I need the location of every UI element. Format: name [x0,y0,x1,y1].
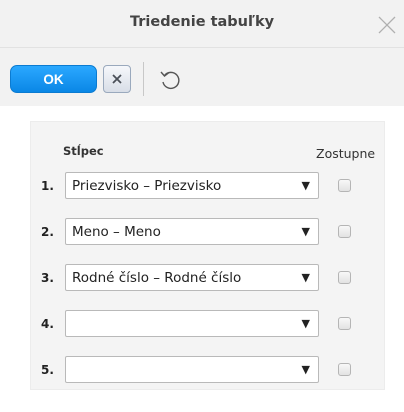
select-value: Rodné číslo – Rodné číslo [72,270,242,286]
close-icon [112,74,122,84]
row-number: 1. [41,179,54,193]
select-value: Meno – Meno [72,224,161,240]
sort-column-select-4[interactable]: ▼ [65,310,319,337]
descending-checkbox-4[interactable] [338,317,351,330]
descending-header: Zostupne [316,146,376,161]
row-number: 3. [41,271,54,285]
ok-button[interactable]: OK [10,65,97,93]
row-number: 5. [41,363,54,377]
select-value: Priezvisko – Priezvisko [72,178,222,194]
dropdown-arrow-icon: ▼ [301,363,310,376]
dropdown-arrow-icon: ▼ [301,179,310,192]
cancel-button[interactable] [103,65,131,93]
descending-checkbox-1[interactable] [338,179,351,192]
descending-checkbox-2[interactable] [338,225,351,238]
sort-panel: Stĺpec Zostupne 1. Priezvisko – Priezvis… [30,121,385,390]
dialog-title-bar: Triedenie tabuľky [0,0,404,48]
undo-icon[interactable] [157,66,183,92]
descending-checkbox-5[interactable] [338,363,351,376]
close-icon[interactable] [376,14,398,36]
sort-column-select-1[interactable]: Priezvisko – Priezvisko ▼ [65,172,319,199]
sort-column-select-3[interactable]: Rodné číslo – Rodné číslo ▼ [65,264,319,291]
dialog-title: Triedenie tabuľky [129,14,275,30]
sort-column-select-2[interactable]: Meno – Meno ▼ [65,218,319,245]
toolbar-separator [143,62,144,96]
row-number: 2. [41,225,54,239]
dropdown-arrow-icon: ▼ [301,225,310,238]
descending-checkbox-3[interactable] [338,271,351,284]
toolbar: OK [0,48,404,106]
sort-column-select-5[interactable]: ▼ [65,356,319,383]
dropdown-arrow-icon: ▼ [301,271,310,284]
row-number: 4. [41,317,54,331]
column-header: Stĺpec [63,144,104,158]
dropdown-arrow-icon: ▼ [301,317,310,330]
